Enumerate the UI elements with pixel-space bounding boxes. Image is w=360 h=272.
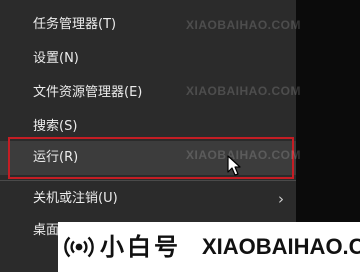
- mouse-cursor-icon: [227, 155, 241, 176]
- menu-divider: [0, 180, 296, 181]
- brand-watermark: 小白号 XIAOBAIHAO.COM: [58, 222, 360, 272]
- brand-name-cn: 小白号: [100, 233, 181, 261]
- menu-item-shutdown-or-signout[interactable]: 关机或注销(U) ›: [0, 182, 296, 216]
- menu-item-label: 桌面: [33, 223, 60, 238]
- chevron-right-icon: ›: [278, 190, 284, 208]
- menu-item-label: 关机或注销(U): [33, 191, 118, 206]
- menu-item-label: 设置(N): [33, 51, 79, 66]
- menu-item-label: 文件资源管理器(E): [33, 85, 143, 100]
- watermark-text: XIAOBAIHAO.COM: [186, 84, 301, 98]
- watermark-text: XIAOBAIHAO.COM: [186, 148, 301, 162]
- watermark-text: XIAOBAIHAO.COM: [186, 18, 301, 32]
- brand-name-en: XIAOBAIHAO.COM: [202, 234, 360, 259]
- menu-item-settings[interactable]: 设置(N): [0, 42, 296, 76]
- broadcast-icon: [64, 236, 94, 258]
- menu-item-label: 任务管理器(T): [33, 17, 117, 32]
